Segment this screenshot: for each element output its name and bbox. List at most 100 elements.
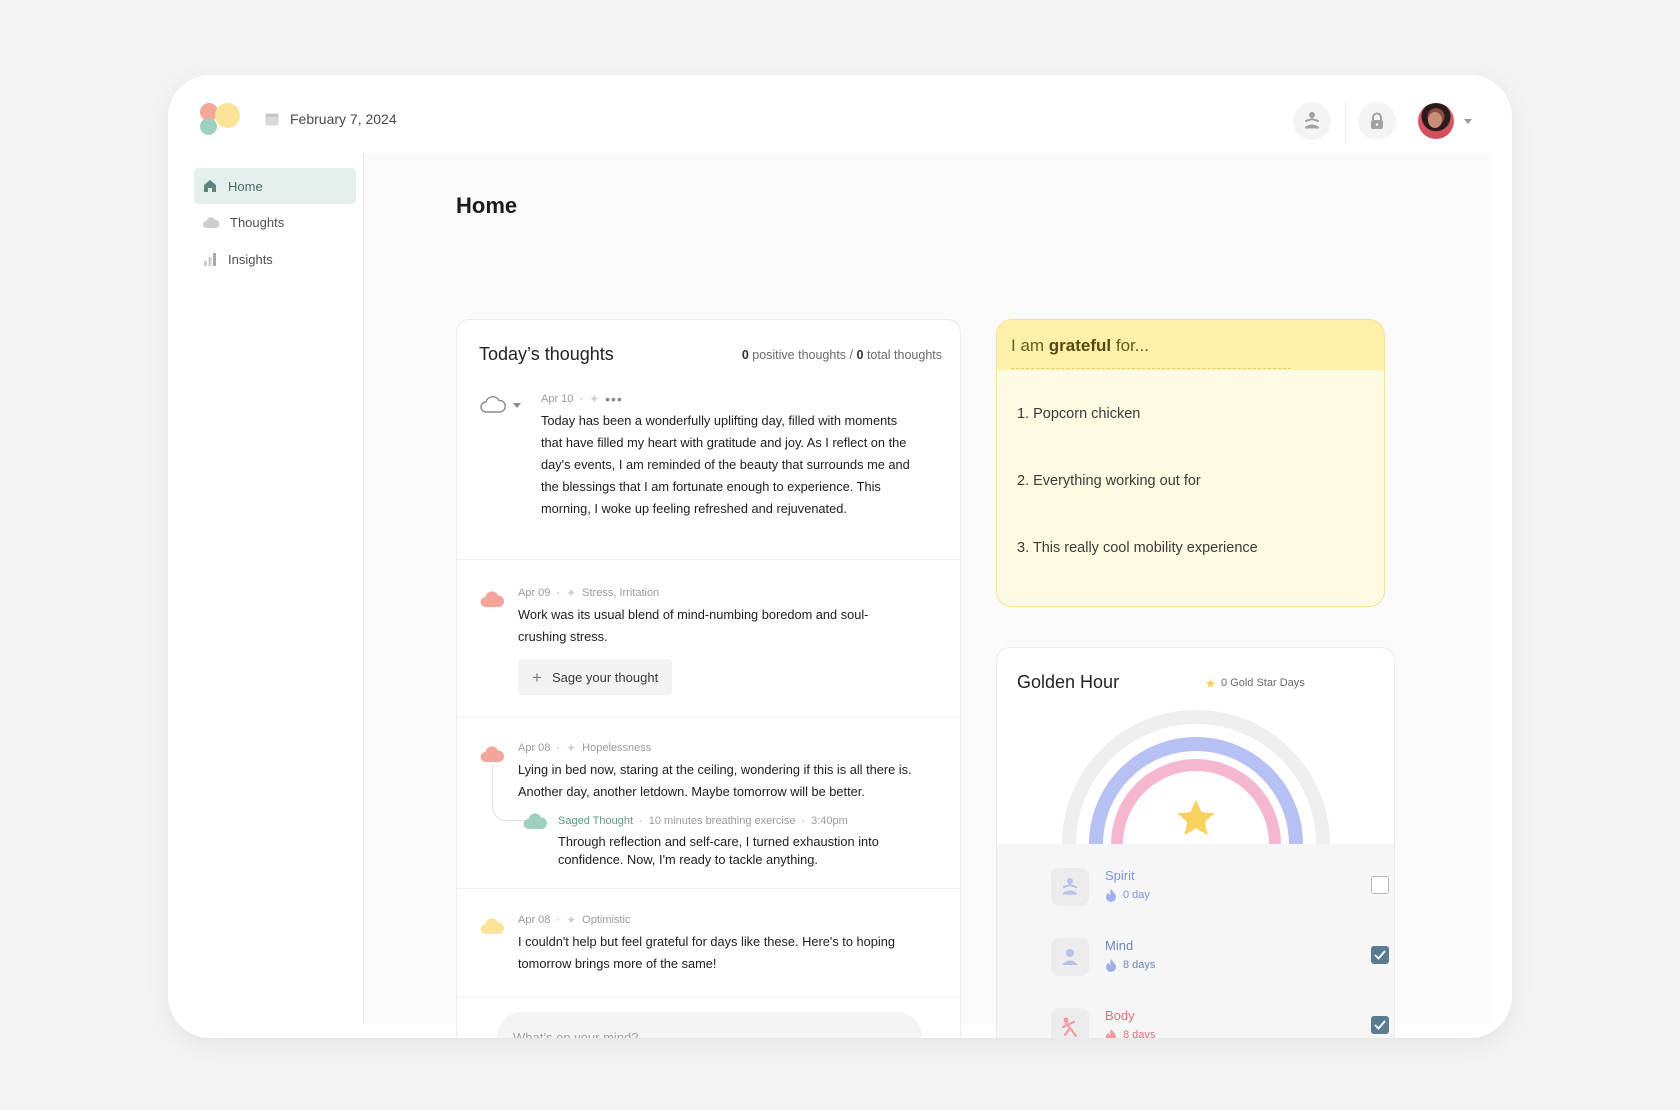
meditation-button[interactable] [1293,102,1331,140]
sparkle-icon: ✦ [566,741,577,755]
mind-icon [1051,938,1089,976]
top-header: February 7, 2024 [168,75,1512,153]
entry-meta: Apr 10 · ✦ ••• [541,391,623,407]
habit-row-mind: Mind 8 days [1051,938,1389,988]
grateful-item[interactable]: 1. Popcorn chicken [1017,406,1140,422]
grateful-title: I am grateful for... [1011,336,1149,356]
grateful-header: I am grateful for... [997,320,1384,370]
entry-date: Apr 10 [541,393,574,405]
thoughts-stats: 0 positive thoughts / 0 total thoughts [742,348,942,362]
thought-entry[interactable]: Apr 10 · ✦ ••• Today has been a wonderfu… [457,380,960,560]
saged-exercise: 10 minutes breathing exercise [648,815,796,827]
cloud-yellow-icon[interactable] [479,917,505,935]
saged-label: Saged Thought [558,815,634,827]
sidebar-item-insights[interactable]: Insights [194,241,356,277]
checkmark-icon [1374,1020,1386,1030]
sidebar-item-label: Thoughts [230,214,285,230]
entry-tags: Hopelessness [582,742,652,754]
lock-icon [1371,112,1383,129]
sparkle-icon: ✦ [566,586,577,600]
habit-row-body: Body 8 days [1051,1008,1389,1038]
grateful-prefix: I am [1011,336,1045,355]
app-logo[interactable] [200,103,244,137]
grateful-suffix: for... [1115,336,1149,355]
saged-time: 3:40pm [811,815,848,827]
star-icon [1205,678,1216,688]
sidebar-item-thoughts[interactable]: Thoughts [194,204,356,240]
entry-date: Apr 09 [518,587,551,599]
flame-icon [1106,889,1116,902]
spirit-checkbox[interactable] [1371,876,1389,894]
entry-tags: Stress, Irritation [582,587,660,599]
habit-streak: 8 days [1105,958,1155,972]
gold-star-days-label: 0 Gold Star Days [1221,677,1305,689]
mood-dropdown-icon[interactable] [513,403,521,408]
new-thought-input[interactable] [497,1012,922,1038]
grateful-divider [1011,368,1291,369]
calendar-icon [265,113,279,126]
plus-icon: + [532,667,542,687]
spirit-icon [1051,868,1089,906]
header-divider [1345,101,1346,141]
saged-meta: Saged Thought · 10 minutes breathing exe… [558,815,848,827]
golden-hour-title: Golden Hour [1017,672,1120,692]
entry-date: Apr 08 [518,914,551,926]
habit-streak-label: 0 day [1123,889,1150,901]
flame-icon [1106,959,1116,972]
habit-name: Spirit [1105,868,1135,883]
entry-text: I couldn't help but feel grateful for da… [518,934,895,971]
entry-meta: Apr 08 · ✦ Optimistic [518,913,631,927]
entry-text: Today has been a wonderfully uplifting d… [541,413,910,516]
gold-star-days: 0 Gold Star Days [1205,677,1305,689]
new-thought-input-wrapper [497,1012,922,1038]
grateful-card[interactable]: I am grateful for... 1. Popcorn chicken … [996,319,1385,607]
body-checkbox[interactable] [1371,1016,1389,1034]
total-label: total thoughts [866,348,942,362]
entry-meta: Apr 08 · ✦ Hopelessness [518,741,652,755]
thought-entry[interactable]: Apr 08 · ✦ Optimistic I couldn't help bu… [457,889,960,997]
habit-row-spirit: Spirit 0 day [1051,868,1389,918]
current-date: February 7, 2024 [290,111,397,127]
sage-thought-button[interactable]: + Sage your thought [518,659,673,695]
checkmark-icon [1374,950,1386,960]
saged-text: Through reflection and self-care, I turn… [558,834,879,867]
habit-name: Mind [1105,938,1134,953]
flame-icon [1106,1029,1116,1038]
habit-streak: 8 days [1105,1028,1155,1038]
grateful-item[interactable]: 2. Everything working out for [1017,473,1201,489]
grateful-bold: grateful [1048,336,1112,355]
cloud-outline-icon[interactable] [479,394,507,414]
cloud-green-icon [523,813,548,829]
home-icon [204,180,216,192]
entry-text: Work was its usual blend of mind-numbing… [518,607,869,644]
more-options-icon[interactable]: ••• [605,391,623,407]
sparkle-icon: ✦ [566,913,577,927]
thought-entry[interactable]: Apr 09 · ✦ Stress, Irritation Work was i… [457,560,960,717]
golden-hour-card: Golden Hour 0 Gold Star Days Spirit 0 da… [996,647,1395,1038]
total-count: 0 [856,348,864,362]
habit-streak-label: 8 days [1123,959,1156,971]
rainbow-illustration [1062,710,1330,845]
positive-label: positive thoughts / [752,348,854,362]
app-window: February 7, 2024 Home Thoughts Insights … [168,75,1512,1038]
entry-text: Lying in bed now, staring at the ceiling… [518,762,912,799]
cloud-red-icon[interactable] [479,590,505,608]
habit-streak-label: 8 days [1123,1029,1156,1038]
sidebar: Home Thoughts Insights [188,153,364,1024]
thoughts-header: Today’s thoughts 0 positive thoughts / 0… [457,320,960,380]
habit-streak: 0 day [1105,888,1150,902]
bar-chart-icon [204,253,216,266]
sage-button-label: Sage your thought [551,669,659,685]
cloud-icon [203,217,220,228]
cloud-red-icon[interactable] [479,745,505,763]
entry-tags: Optimistic [582,914,631,926]
user-avatar[interactable] [1418,103,1454,139]
lock-button[interactable] [1358,102,1396,140]
sidebar-item-home[interactable]: Home [194,168,356,204]
sparkle-icon[interactable]: ✦ [589,392,599,406]
positive-count: 0 [741,348,749,362]
grateful-item[interactable]: 3. This really cool mobility experience [1017,540,1258,556]
thought-entry[interactable]: Apr 08 · ✦ Hopelessness Lying in bed now… [457,717,960,889]
chevron-down-icon[interactable] [1464,118,1472,124]
mind-checkbox[interactable] [1371,946,1389,964]
